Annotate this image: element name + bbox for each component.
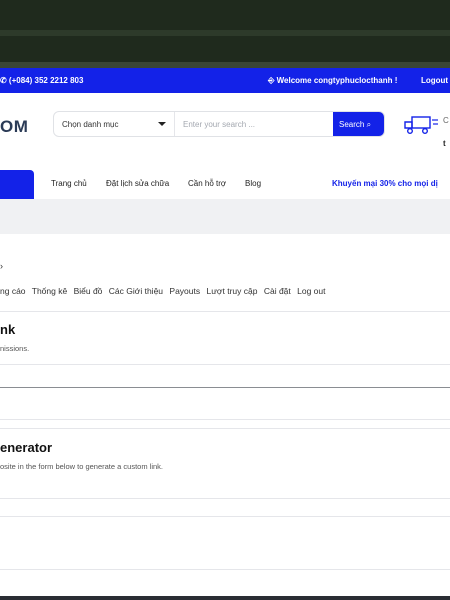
shipping-info-bold: t — [443, 139, 446, 148]
search-button[interactable]: Search ⌕ — [333, 112, 384, 136]
tab-logout[interactable]: Log out — [297, 286, 325, 296]
affiliate-link-description: nissions. — [0, 344, 30, 353]
browser-chrome-band — [0, 30, 450, 36]
divider — [0, 569, 450, 570]
search-input[interactable] — [175, 112, 333, 136]
account-tabs: ng cáo Thống kê Biểu đồ Các Giới thiệu P… — [0, 286, 330, 296]
promo-text: Khuyến mại 30% cho mọi dị — [332, 179, 438, 188]
tab-charts[interactable]: Biểu đồ — [74, 286, 103, 296]
divider — [0, 428, 450, 429]
tab-statistics[interactable]: Thống kê — [32, 286, 67, 296]
logout-link[interactable]: Logout — [421, 76, 448, 85]
shipping-info-line: C — [443, 116, 449, 125]
breadcrumb-strip — [0, 199, 450, 234]
welcome-user-link[interactable]: ⎆ Welcome congtyphuclocthanh ! — [268, 76, 397, 86]
category-menu-button[interactable] — [0, 170, 34, 199]
tab-referrals[interactable]: Các Giới thiệu — [109, 286, 163, 296]
chevron-right-icon: › — [0, 261, 3, 271]
chevron-down-icon — [158, 122, 166, 126]
link-generator-title: enerator — [0, 440, 53, 455]
nav-item-home[interactable]: Trang chủ — [51, 179, 87, 188]
affiliate-url-field[interactable] — [0, 387, 450, 388]
tab-visits[interactable]: Lượt truy cập — [207, 286, 258, 296]
nav-item-blog[interactable]: Blog — [245, 179, 261, 188]
affiliate-panel: › ng cáo Thống kê Biểu đồ Các Giới thiệu… — [0, 234, 450, 600]
tab-payouts[interactable]: Payouts — [169, 286, 200, 296]
generator-url-field[interactable] — [0, 516, 450, 517]
nav-item-booking[interactable]: Đặt lịch sửa chữa — [106, 179, 169, 188]
site-logo[interactable]: OM — [0, 117, 28, 137]
main-nav: Trang chủ Đặt lịch sửa chữa Cần hỗ trợ B… — [0, 163, 450, 199]
tab-settings[interactable]: Cài đặt — [264, 286, 291, 296]
phone-number: ✆ (+084) 352 2212 803 — [0, 76, 84, 85]
top-info-bar: ✆ (+084) 352 2212 803 ⎆ Welcome congtyph… — [0, 68, 450, 93]
search-bar: Chọn danh mục Search ⌕ — [53, 111, 385, 137]
category-select-label: Chọn danh mục — [62, 120, 119, 129]
divider — [0, 498, 450, 499]
divider — [0, 311, 450, 312]
link-generator-description: osite in the form below to generate a cu… — [0, 462, 164, 471]
nav-item-support[interactable]: Cần hỗ trợ — [188, 179, 226, 188]
category-select[interactable]: Chọn danh mục — [54, 112, 175, 136]
divider — [0, 419, 450, 420]
affiliate-link-title: nk — [0, 322, 16, 337]
delivery-truck-icon — [404, 116, 438, 134]
tab-ads[interactable]: ng cáo — [0, 286, 26, 296]
divider — [0, 364, 450, 365]
page-bottom-edge — [0, 596, 450, 600]
site-header: OM Chọn danh mục Search ⌕ C t — [0, 93, 450, 163]
